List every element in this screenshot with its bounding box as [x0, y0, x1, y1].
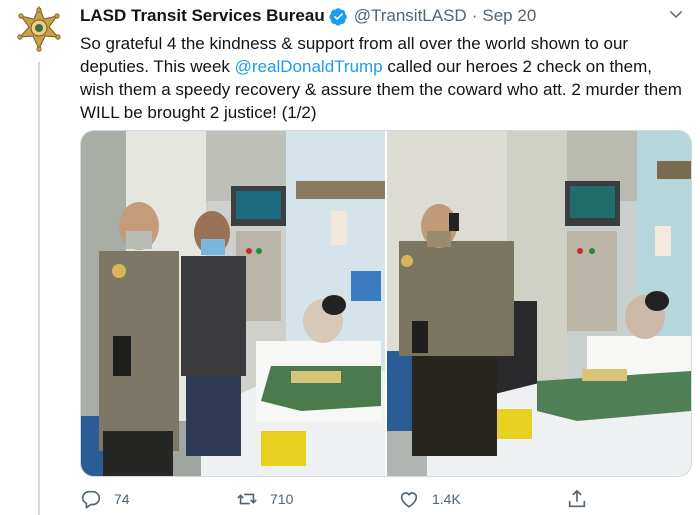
tweet-text: So grateful 4 the kindness & support fro…: [80, 32, 690, 124]
reply-icon: [80, 488, 102, 510]
retweet-count: 710: [270, 491, 294, 507]
photo-left[interactable]: [81, 131, 385, 476]
avatar[interactable]: [14, 4, 64, 54]
heart-icon: [398, 488, 420, 510]
reply-count: 74: [114, 491, 130, 507]
tweet-date[interactable]: Sep 20: [482, 6, 536, 26]
more-options-button[interactable]: [662, 3, 690, 25]
reply-button[interactable]: 74: [80, 488, 130, 510]
verified-badge-icon: [329, 7, 348, 26]
hospital-photo-deputy-and-visitor: [81, 131, 385, 476]
user-handle[interactable]: @TransitLASD: [354, 6, 467, 26]
photo-right[interactable]: [387, 131, 691, 476]
retweet-icon: [236, 488, 258, 510]
like-count: 1.4K: [432, 491, 461, 507]
share-icon: [566, 488, 588, 510]
hospital-photo-deputy-on-phone: [387, 131, 691, 476]
sheriff-star-badge-icon: [14, 4, 64, 54]
like-button[interactable]: 1.4K: [398, 488, 461, 510]
thread-connector-line: [38, 62, 40, 515]
separator-dot: ·: [471, 6, 478, 25]
retweet-button[interactable]: 710: [236, 488, 293, 510]
media-grid: [80, 130, 692, 477]
mention-link[interactable]: @realDonaldTrump: [235, 57, 383, 76]
display-name[interactable]: LASD Transit Services Bureau: [80, 6, 325, 26]
share-button[interactable]: [566, 488, 588, 510]
tweet-actions: 74 710 1.4K: [80, 486, 600, 512]
chevron-down-icon: [669, 10, 683, 19]
tweet-header: LASD Transit Services Bureau @TransitLAS…: [80, 4, 536, 28]
